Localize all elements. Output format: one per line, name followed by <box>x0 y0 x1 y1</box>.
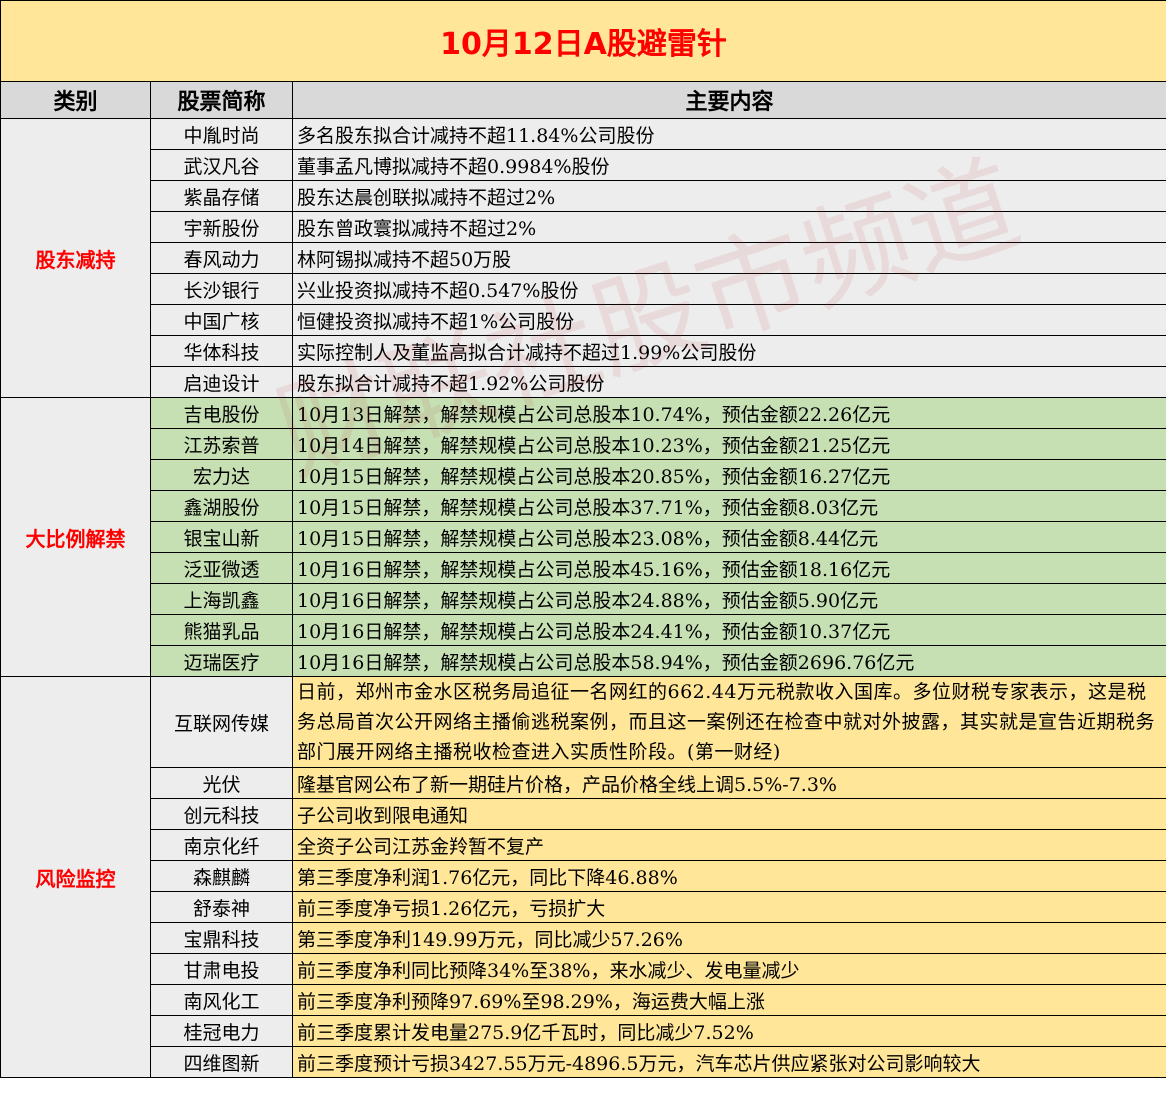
content-cell: 子公司收到限电通知 <box>291 798 1166 830</box>
table-row: 大比例解禁 吉电股份 10月13日解禁，解禁规模占公司总股本10.74%，预估金额2… <box>0 397 1166 677</box>
table-row: 启迪设计 股东拟合计减持不超1.92%公司股份 <box>1 366 1166 398</box>
stock-name-cell: 春风动力 <box>150 242 293 274</box>
content-cell: 前三季度净利同比预降34%至38%，来水减少、发电量减少 <box>291 953 1166 985</box>
content-cell: 股东拟合计减持不超1.92%公司股份 <box>291 366 1166 398</box>
stock-name-cell: 武汉凡谷 <box>150 149 293 181</box>
risk-table: 10月12日A股避雷针 类别 股票简称 主要内容 股东减持 中胤时尚 多名股东拟合计… <box>0 0 1166 1078</box>
category-cell: 大比例解禁 <box>0 397 151 677</box>
table-row: 紫晶存储 股东达晨创联拟减持不超过2% <box>1 180 1166 212</box>
table-row: 鑫湖股份 10月15日解禁，解禁规模占公司总股本37.71%，预估金额8.03亿元 <box>1 490 1166 522</box>
content-cell: 前三季度累计发电量275.9亿千瓦时，同比减少7.52% <box>291 1015 1166 1047</box>
stock-name-cell: 中国广核 <box>150 304 293 336</box>
content-cell: 10月15日解禁，解禁规模占公司总股本23.08%，预估金额8.44亿元 <box>291 521 1166 553</box>
table-row: 四维图新 前三季度预计亏损3427.55万元-4896.5万元，汽车芯片供应紧张对… <box>1 1046 1166 1078</box>
content-cell: 10月16日解禁，解禁规模占公司总股本24.88%，预估金额5.90亿元 <box>291 583 1166 615</box>
content-cell: 董事孟凡博拟减持不超0.9984%股份 <box>291 149 1166 181</box>
content-cell: 多名股东拟合计减持不超11.84%公司股份 <box>291 118 1166 150</box>
table-row: 宏力达 10月15日解禁，解禁规模占公司总股本20.85%，预估金额16.27亿元 <box>1 459 1166 491</box>
table-row: 泛亚微透 10月16日解禁，解禁规模占公司总股本45.16%，预估金额18.16亿… <box>1 552 1166 584</box>
table-row: 迈瑞医疗 10月16日解禁，解禁规模占公司总股本58.94%，预估金额2696.7… <box>1 645 1166 677</box>
stock-name-cell: 江苏索普 <box>150 428 293 460</box>
table-row: 春风动力 林阿锡拟减持不超50万股 <box>1 242 1166 274</box>
content-cell: 隆基官网公布了新一期硅片价格，产品价格全线上调5.5%-7.3% <box>291 767 1166 799</box>
content-cell: 股东达晨创联拟减持不超过2% <box>291 180 1166 212</box>
stock-name-cell: 创元科技 <box>150 798 293 830</box>
stock-name-cell: 森麒麟 <box>150 860 293 892</box>
table-row: 股东减持 中胤时尚 多名股东拟合计减持不超11.84%公司股份 <box>0 118 1166 398</box>
content-cell: 10月13日解禁，解禁规模占公司总股本10.74%，预估金额22.26亿元 <box>291 397 1166 429</box>
content-cell: 10月16日解禁，解禁规模占公司总股本58.94%，预估金额2696.76亿元 <box>291 645 1166 677</box>
table-row: 长沙银行 兴业投资拟减持不超0.547%股份 <box>1 273 1166 305</box>
table-row: 桂冠电力 前三季度累计发电量275.9亿千瓦时，同比减少7.52% <box>1 1015 1166 1047</box>
stock-name-cell: 吉电股份 <box>150 397 293 429</box>
table-row: 熊猫乳品 10月16日解禁，解禁规模占公司总股本24.41%，预估金额10.37亿… <box>1 614 1166 646</box>
category-cell: 风险监控 <box>0 676 151 1078</box>
table-row: 银宝山新 10月15日解禁，解禁规模占公司总股本23.08%，预估金额8.44亿元 <box>1 521 1166 553</box>
content-cell: 林阿锡拟减持不超50万股 <box>291 242 1166 274</box>
stock-name-cell: 长沙银行 <box>150 273 293 305</box>
stock-name-cell: 舒泰神 <box>150 891 293 923</box>
category-cell: 股东减持 <box>0 118 151 398</box>
table-row: 风险监控 互联网传媒 日前，郑州市金水区税务局追征一名网红的662.44万元税款收入… <box>0 676 1166 1078</box>
table-row: 南京化纤 全资子公司江苏金羚暂不复产 <box>1 829 1166 861</box>
table-row: 光伏 隆基官网公布了新一期硅片价格，产品价格全线上调5.5%-7.3% <box>1 767 1166 799</box>
stock-name-cell: 宏力达 <box>150 459 293 491</box>
content-cell: 10月16日解禁，解禁规模占公司总股本24.41%，预估金额10.37亿元 <box>291 614 1166 646</box>
page-title: 10月12日A股避雷针 <box>0 0 1166 82</box>
header-content: 主要内容 <box>291 81 1166 119</box>
stock-name-cell: 华体科技 <box>150 335 293 367</box>
stock-name-cell: 南风化工 <box>150 984 293 1016</box>
stock-name-cell: 启迪设计 <box>150 366 293 398</box>
content-cell: 10月16日解禁，解禁规模占公司总股本45.16%，预估金额18.16亿元 <box>291 552 1166 584</box>
stock-name-cell: 互联网传媒 <box>150 676 293 768</box>
content-cell: 第三季度净利润1.76亿元，同比下降46.88% <box>291 860 1166 892</box>
stock-name-cell: 银宝山新 <box>150 521 293 553</box>
content-cell: 恒健投资拟减持不超1%公司股份 <box>291 304 1166 336</box>
table-row: 森麒麟 第三季度净利润1.76亿元，同比下降46.88% <box>1 860 1166 892</box>
content-cell: 10月15日解禁，解禁规模占公司总股本20.85%，预估金额16.27亿元 <box>291 459 1166 491</box>
stock-name-cell: 桂冠电力 <box>150 1015 293 1047</box>
content-cell: 兴业投资拟减持不超0.547%股份 <box>291 273 1166 305</box>
table-row: 南风化工 前三季度净利预降97.69%至98.29%，海运费大幅上涨 <box>1 984 1166 1016</box>
table-row: 武汉凡谷 董事孟凡博拟减持不超0.9984%股份 <box>1 149 1166 181</box>
table-row: 中国广核 恒健投资拟减持不超1%公司股份 <box>1 304 1166 336</box>
table-row: 舒泰神 前三季度净亏损1.26亿元，亏损扩大 <box>1 891 1166 923</box>
stock-name-cell: 鑫湖股份 <box>150 490 293 522</box>
content-cell: 前三季度净亏损1.26亿元，亏损扩大 <box>291 891 1166 923</box>
stock-name-cell: 宝鼎科技 <box>150 922 293 954</box>
stock-name-cell: 甘肃电投 <box>150 953 293 985</box>
content-cell: 10月15日解禁，解禁规模占公司总股本37.71%，预估金额8.03亿元 <box>291 490 1166 522</box>
stock-name-cell: 南京化纤 <box>150 829 293 861</box>
stock-name-cell: 宇新股份 <box>150 211 293 243</box>
content-cell: 股东曾政寰拟减持不超过2% <box>291 211 1166 243</box>
stock-name-cell: 熊猫乳品 <box>150 614 293 646</box>
header-category: 类别 <box>0 81 151 119</box>
content-cell: 前三季度预计亏损3427.55万元-4896.5万元，汽车芯片供应紧张对公司影响… <box>291 1046 1166 1078</box>
stock-name-cell: 紫晶存储 <box>150 180 293 212</box>
table-row: 宇新股份 股东曾政寰拟减持不超过2% <box>1 211 1166 243</box>
content-cell: 实际控制人及董监高拟合计减持不超过1.99%公司股份 <box>291 335 1166 367</box>
table-row: 甘肃电投 前三季度净利同比预降34%至38%，来水减少、发电量减少 <box>1 953 1166 985</box>
table-row: 宝鼎科技 第三季度净利149.99万元，同比减少57.26% <box>1 922 1166 954</box>
stock-name-cell: 中胤时尚 <box>150 118 293 150</box>
stock-name-cell: 迈瑞医疗 <box>150 645 293 677</box>
content-cell: 第三季度净利149.99万元，同比减少57.26% <box>291 922 1166 954</box>
content-cell: 全资子公司江苏金羚暂不复产 <box>291 829 1166 861</box>
content-cell: 10月14日解禁，解禁规模占公司总股本10.23%，预估金额21.25亿元 <box>291 428 1166 460</box>
stock-name-cell: 上海凯鑫 <box>150 583 293 615</box>
stock-name-cell: 泛亚微透 <box>150 552 293 584</box>
content-cell: 前三季度净利预降97.69%至98.29%，海运费大幅上涨 <box>291 984 1166 1016</box>
table-row: 创元科技 子公司收到限电通知 <box>1 798 1166 830</box>
table-row: 华体科技 实际控制人及董监高拟合计减持不超过1.99%公司股份 <box>1 335 1166 367</box>
stock-name-cell: 四维图新 <box>150 1046 293 1078</box>
content-cell: 日前，郑州市金水区税务局追征一名网红的662.44万元税款收入国库。多位财税专家… <box>291 676 1166 768</box>
table-row: 江苏索普 10月14日解禁，解禁规模占公司总股本10.23%，预估金额21.25亿… <box>1 428 1166 460</box>
header-stock-name: 股票简称 <box>150 81 293 119</box>
table-row: 上海凯鑫 10月16日解禁，解禁规模占公司总股本24.88%，预估金额5.90亿元 <box>1 583 1166 615</box>
stock-name-cell: 光伏 <box>150 767 293 799</box>
